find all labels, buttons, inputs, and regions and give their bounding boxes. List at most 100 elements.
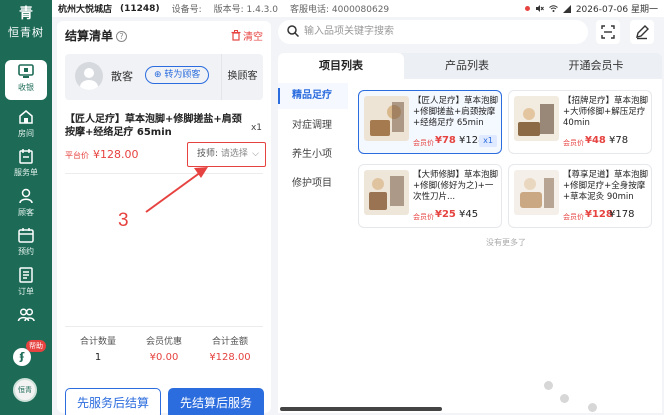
tab-member-card[interactable]: 开通会员卡 xyxy=(530,53,662,79)
summary-quantity: 合计数量 1 xyxy=(63,334,133,363)
avatar[interactable]: 恒青树 xyxy=(13,378,37,414)
category-symptom-care[interactable]: 对症调理 xyxy=(278,113,348,139)
logo: 青 恒青树 xyxy=(0,6,52,40)
store-code: (11248) xyxy=(120,3,160,14)
floating-dot xyxy=(588,403,597,412)
pay-first-button[interactable]: 先结算后服务 xyxy=(168,388,264,415)
help-badge: 帮助 xyxy=(26,340,46,352)
sidebar-item-label: 顾客 xyxy=(18,208,34,217)
logo-mark: 青 xyxy=(19,6,33,22)
tab-project-list[interactable]: 项目列表 xyxy=(278,53,404,79)
sidebar-item-label: 服务单 xyxy=(14,168,38,177)
product-title: 【大师修脚】草本泡脚+修脚(修好为之)+一次性刀片... xyxy=(413,170,499,202)
product-thumbnail-icon xyxy=(514,170,559,215)
member-price-label: 会员价 xyxy=(563,139,584,147)
customer-box: 散客 ⊕ 转为顾客 换顾客 xyxy=(65,54,263,100)
cashier-icon xyxy=(18,64,34,78)
order-icon xyxy=(19,267,33,283)
scan-icon xyxy=(601,25,615,39)
customer-avatar-icon xyxy=(75,62,103,90)
search-input[interactable]: 输入品项关键字搜索 xyxy=(278,20,588,44)
product-card[interactable]: 【尊享足道】草本泡脚+修脚足疗+全身按摩+草本泥灸 90min 会员价 ¥128… xyxy=(508,164,652,228)
product-title: 【匠人足疗】草本泡脚+修脚搓盐+肩颈按摩+经络足疗 65min xyxy=(413,96,499,128)
sidebar-item-order[interactable]: 订单 xyxy=(0,262,52,304)
no-more-text: 没有更多了 xyxy=(486,238,526,247)
logo-name: 恒青树 xyxy=(8,26,44,39)
member-price: ¥25 xyxy=(435,209,456,220)
category-premium-foot[interactable]: 精品足疗 xyxy=(278,83,348,109)
original-price: ¥178 xyxy=(609,209,635,220)
member-price-label: 会员价 xyxy=(413,139,434,147)
category-repair[interactable]: 修护项目 xyxy=(278,171,348,197)
support-phone: 客服电话: 4000080629 xyxy=(290,5,390,15)
product-card[interactable]: 【招牌足疗】草本泡脚+大师修脚+解压足疗 40min 会员价 ¥48 ¥78 xyxy=(508,90,652,154)
summary-total-label: 合计金额 xyxy=(211,337,248,347)
member-price-label: 会员价 xyxy=(563,213,584,221)
status-right: 2026-07-06 星期一 xyxy=(524,0,658,17)
edit-icon xyxy=(636,25,649,40)
member-price: ¥78 xyxy=(435,135,456,146)
sidebar-item-cashier[interactable]: 收银 xyxy=(0,58,52,100)
serve-first-button[interactable]: 先服务后结算 xyxy=(65,388,161,415)
notification-dot-icon xyxy=(524,6,530,11)
product-card[interactable]: 【大师修脚】草本泡脚+修脚(修好为之)+一次性刀片... 会员价 ¥25 ¥45 xyxy=(358,164,502,228)
search-icon xyxy=(287,25,299,37)
summary-member-discount: 会员优惠 ¥0.00 xyxy=(129,334,199,363)
chevron-down-icon: ⌵ xyxy=(252,149,259,159)
annotation-number: 3 xyxy=(118,210,129,231)
technician-select[interactable]: 技师: 请选择 ⌵ xyxy=(187,142,266,167)
sidebar-item-label: 收银 xyxy=(18,83,34,92)
customer-icon xyxy=(19,188,33,204)
summary-quantity-value: 1 xyxy=(94,352,102,363)
floating-dot xyxy=(544,381,553,390)
edit-button[interactable] xyxy=(630,20,654,44)
content-area: 精品足疗 对症调理 养生小项 修护项目 【匠人足疗】草本泡脚+修脚搓盐+肩颈按摩… xyxy=(278,79,662,413)
change-customer-button[interactable]: 换顾客 xyxy=(221,54,263,100)
sidebar-item-service-order[interactable]: 服务单 xyxy=(0,143,52,185)
main-tabs: 项目列表 产品列表 开通会员卡 xyxy=(278,53,662,79)
tab-product-list[interactable]: 产品列表 xyxy=(404,53,530,79)
order-item-price: ¥128.00 xyxy=(93,148,139,161)
summary-total-value: ¥128.00 xyxy=(209,352,251,363)
sidebar-item-customer[interactable]: 顾客 xyxy=(0,183,52,225)
product-thumbnail-icon xyxy=(514,96,559,141)
product-card[interactable]: 【匠人足疗】草本泡脚+修脚搓盐+肩颈按摩+经络足疗 65min 会员价 ¥78 … xyxy=(358,90,502,154)
sidebar-item-staff[interactable] xyxy=(0,302,52,344)
status-bar: 杭州大悦城店 (11248) 设备号: 版本号: 1.4.3.0 客服电话: 4… xyxy=(52,0,664,17)
search-placeholder: 输入品项关键字搜索 xyxy=(304,26,394,37)
convert-user-icon: ⊕ xyxy=(154,70,165,80)
member-price: ¥48 xyxy=(585,135,606,146)
mute-icon xyxy=(535,5,544,12)
wifi-icon xyxy=(548,5,558,12)
convert-to-customer-button[interactable]: ⊕ 转为顾客 xyxy=(145,66,210,84)
summary-discount-value: ¥0.00 xyxy=(149,352,179,363)
technician-placeholder: 请选择 xyxy=(220,149,248,159)
scan-button[interactable] xyxy=(596,20,620,44)
device-label: 设备号: xyxy=(171,5,202,15)
product-thumbnail-icon xyxy=(364,96,409,141)
convert-label: 转为顾客 xyxy=(164,70,201,80)
sidebar-item-label: 房间 xyxy=(18,129,34,138)
clear-button[interactable]: 清空 xyxy=(231,28,263,43)
sidebar-item-room[interactable]: 房间 xyxy=(0,104,52,146)
trash-icon xyxy=(231,30,241,41)
sidebar-item-calendar[interactable]: 预约 xyxy=(0,222,52,264)
clear-label: 清空 xyxy=(243,32,263,43)
category-wellness-small[interactable]: 养生小项 xyxy=(278,142,348,168)
home-indicator[interactable] xyxy=(280,407,442,411)
product-thumbnail-icon xyxy=(364,170,409,215)
order-item-title: 【匠人足疗】草本泡脚+修脚搓盐+肩颈按摩+经络足疗 65min xyxy=(65,114,242,138)
item-divider xyxy=(65,173,263,174)
app-root: 青 恒青树 收银 房间 服务单 顾客 预约 订单 帮助 ʄ 恒青树 杭州大悦城店… xyxy=(0,0,664,415)
customer-name: 散客 xyxy=(111,70,133,83)
help-button[interactable]: 帮助 ʄ xyxy=(8,340,48,368)
service-order-icon xyxy=(19,149,33,164)
member-price-label: 会员价 xyxy=(413,213,434,221)
settlement-title-row: 结算清单? xyxy=(65,27,128,44)
version-text: 版本号: 1.4.3.0 xyxy=(213,5,278,15)
question-icon[interactable]: ? xyxy=(116,31,128,42)
signal-icon xyxy=(562,4,571,13)
summary-divider xyxy=(65,326,263,327)
calendar-icon xyxy=(18,228,34,243)
settlement-title: 结算清单 xyxy=(65,29,114,43)
